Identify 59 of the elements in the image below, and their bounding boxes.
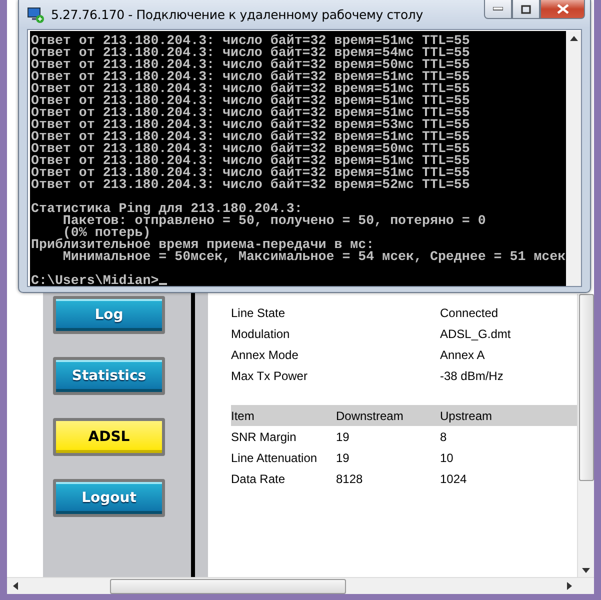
vertical-scrollbar[interactable] [577,294,594,577]
table-cell-text: 8128 [336,472,364,486]
console-line: Ответ от 213.180.204.3: число байт=32 время=51мс TTL=55 [31,131,470,143]
console-line: Ответ от 213.180.204.3: число байт=32 время=51мс TTL=55 [31,71,470,83]
console-line: (0% потерь) [62,227,151,239]
console-line: Ответ от 213.180.204.3: число байт=32 время=51мс TTL=55 [31,35,470,47]
console-line: Статистика Ping для 213.180.204.3: [31,203,302,215]
vertical-scrollbar[interactable] [566,31,581,286]
window-title: 5.27.76.170 - Подключение к удаленному рабочему столу [51,7,423,22]
minimize-button[interactable] [484,0,512,19]
minimize-icon [493,7,503,11]
nav-button[interactable]: ADSL [53,418,165,456]
nav-button[interactable]: Log [53,296,165,334]
console-line: Ответ от 213.180.204.3: число байт=32 время=51мс TTL=55 [31,95,470,107]
console-line: Ответ от 213.180.204.3: число байт=32 время=51мс TTL=55 [31,155,470,167]
console-line: Ответ от 213.180.204.3: число байт=32 время=51мс TTL=55 [31,167,470,179]
column-header: Upstream [440,408,494,422]
table-cell-text: 8 [440,430,448,444]
close-button[interactable] [540,0,585,19]
field-label: Max Tx Power [231,368,308,382]
table-cell-text: 19 [336,430,350,444]
field-label: Annex Mode [231,348,300,362]
console-line: Приблизительное время приема-передачи в мс: [31,239,374,251]
command-prompt: C:\Users\Midian> [31,273,159,286]
nav-button[interactable]: Statistics [53,357,165,395]
field-value: ADSL_G.dmt [440,326,512,340]
table-cell-text: 1024 [440,472,468,486]
scroll-up-icon[interactable] [570,36,578,41]
console-line: Ответ от 213.180.204.3: число байт=32 время=50мс TTL=55 [31,59,470,71]
maximize-button[interactable] [512,0,540,19]
remote-desktop-icon [27,6,45,24]
console-line: Ответ от 213.180.204.3: число байт=32 время=52мс TTL=55 [31,179,470,191]
field-value: -38 dBm/Hz [440,368,504,382]
scroll-left-icon[interactable] [13,582,18,590]
column-header: Item [231,408,256,422]
console-line: Ответ от 213.180.204.3: число байт=32 время=53мс TTL=55 [31,119,470,131]
console-line: Ответ от 213.180.204.3: число байт=32 время=51мс TTL=55 [31,107,470,119]
maximize-icon [521,4,531,14]
scroll-right-icon[interactable] [567,582,572,590]
table-cell-text: 10 [440,450,454,464]
console-line: Пакетов: отправлено = 50, получено = 50, потеряно = 0 [62,215,486,227]
console-line: Ответ от 213.180.204.3: число байт=32 время=50мс TTL=55 [31,143,470,155]
horizontal-scrollbar[interactable] [7,577,594,594]
field-label: Line State [231,306,286,320]
console-line: Минимальное = 50мсек, Максимальное = 54 мсек, Среднее = 51 мсек [62,251,566,263]
text-cursor [158,283,167,285]
nav-button[interactable]: Logout [53,479,165,517]
close-icon [556,4,568,14]
field-label: Modulation [231,326,291,340]
table-cell-text: Line Attenuation [231,450,318,464]
column-header: Downstream [336,408,404,422]
console-line: Ответ от 213.180.204.3: число байт=32 время=54мс TTL=55 [31,47,470,59]
console-line: Ответ от 213.180.204.3: число байт=32 время=51мс TTL=55 [31,83,470,95]
table-cell-text: Data Rate [231,472,286,486]
scroll-down-icon[interactable] [582,568,590,573]
field-value: Connected [440,306,500,320]
table-cell-text: SNR Margin [231,430,298,444]
table-cell-text: 19 [336,450,350,464]
field-value: Annex A [440,348,486,362]
